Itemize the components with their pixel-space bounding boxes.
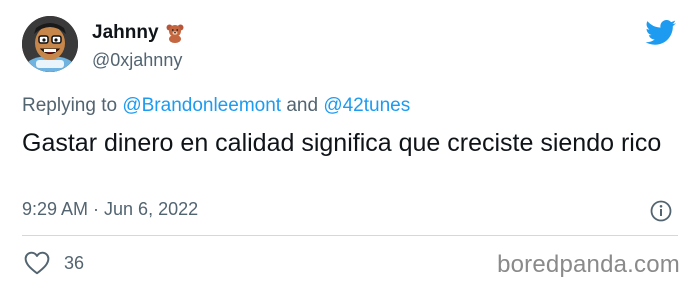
watermark: boredpanda.com — [497, 251, 680, 278]
mention-link[interactable]: @42tunes — [323, 95, 410, 116]
info-icon[interactable] — [650, 200, 672, 222]
reply-conjunction: and — [281, 95, 324, 116]
twitter-bird-icon[interactable] — [645, 20, 677, 46]
avatar[interactable] — [22, 16, 78, 72]
display-name[interactable]: Jahnny — [92, 22, 185, 44]
divider — [22, 235, 678, 236]
replying-to: Replying to @Brandonleemont and @42tunes — [22, 95, 410, 117]
teddy-bear-icon — [166, 24, 184, 43]
reply-prefix: Replying to — [22, 95, 123, 116]
tweet-timestamp[interactable]: 9:29 AM · Jun 6, 2022 — [22, 199, 198, 220]
tweet-text: Gastar dinero en calidad significa que c… — [22, 129, 662, 157]
like-button[interactable]: 36 — [24, 251, 84, 275]
display-name-text: Jahnny — [92, 22, 159, 43]
like-count: 36 — [64, 252, 85, 273]
mention-link[interactable]: @Brandonleemont — [122, 95, 281, 116]
user-handle[interactable]: @0xjahnny — [92, 50, 182, 71]
heart-icon — [24, 251, 50, 275]
avatar-cartoon-icon — [22, 16, 78, 72]
tweet-card: Jahnny @0xjahnny Replying to @Brandonlee… — [0, 0, 700, 288]
